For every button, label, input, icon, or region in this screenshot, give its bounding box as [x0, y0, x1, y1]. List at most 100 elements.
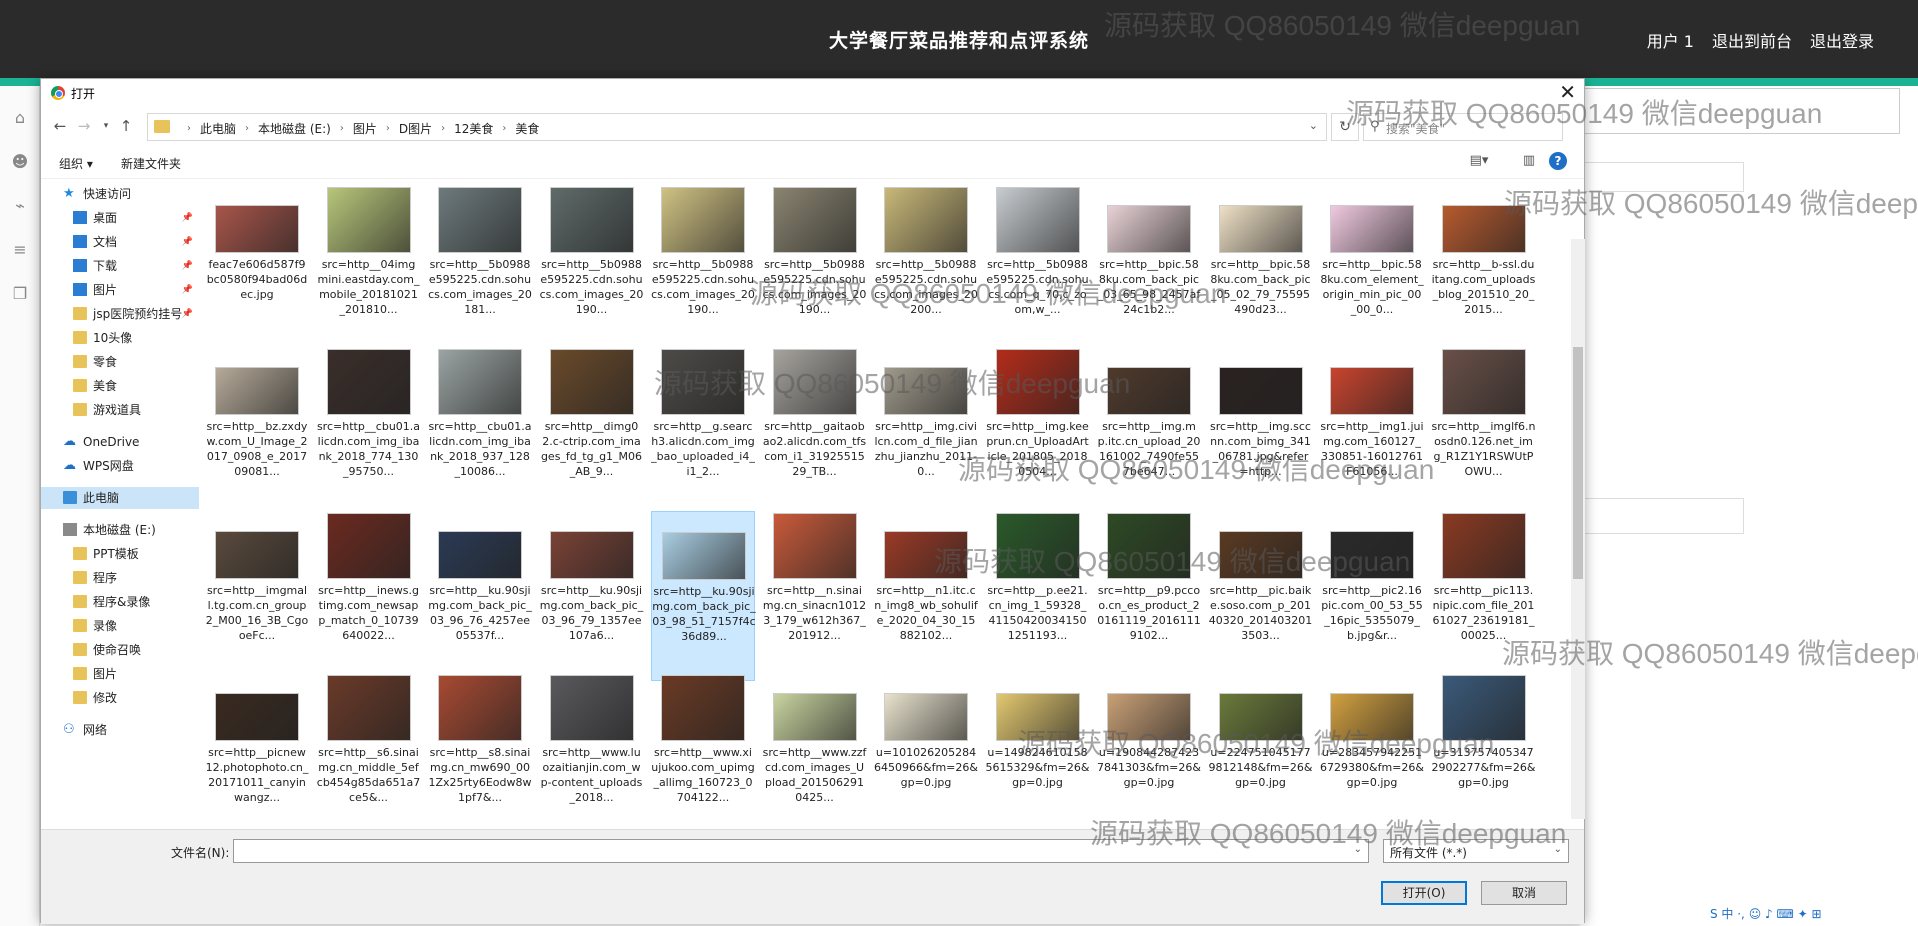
file-item[interactable]: src=http__picnew12.photophoto.cn_2017101… [205, 673, 309, 825]
chevron-down-icon[interactable]: ⌄ [1309, 119, 1318, 132]
file-item[interactable]: src=http__bpic.588ku.com_back_pic_03_65_… [1097, 185, 1201, 355]
file-item[interactable]: src=http__s6.sinaimg.cn_middle_5efcb454g… [317, 673, 421, 825]
breadcrumb-item[interactable]: 美食 [515, 120, 539, 137]
file-item[interactable]: src=http__imgmall.tg.com.cn_group2_M00_1… [205, 511, 309, 681]
file-item[interactable]: src=http__bpic.588ku.com_element_origin_… [1320, 185, 1424, 355]
file-item[interactable]: src=http__n1.itc.cn_img8_wb_sohulife_202… [874, 511, 978, 681]
cancel-button[interactable]: 取消 [1481, 881, 1567, 905]
vertical-scrollbar[interactable] [1571, 239, 1585, 819]
file-item[interactable]: u=1498246101585615329&fm=26&gp=0.jpg [986, 673, 1090, 825]
file-item[interactable]: src=http__ku.90sjimg.com_back_pic_03_96_… [540, 511, 644, 681]
nav-item[interactable]: 图片 [41, 663, 199, 685]
file-name-input[interactable]: ⌄ [233, 839, 1369, 863]
file-item[interactable]: src=http__cbu01.alicdn.com_img_ibank_201… [428, 347, 532, 517]
nav-item[interactable]: 文档 📌 [41, 231, 199, 253]
file-item[interactable]: src=http__5b0988e595225.cdn.sohucs.com_i… [428, 185, 532, 355]
nav-item[interactable]: 零食 [41, 351, 199, 373]
file-item[interactable]: src=http__bpic.588ku.com_back_pic_05_02_… [1209, 185, 1313, 355]
file-item[interactable]: src=http__b-ssl.duitang.com_uploads_blog… [1432, 185, 1536, 355]
ime-icon[interactable]: S 中 ·, ☺ ♪ ⌨ ✦ ⊞ [1710, 907, 1822, 921]
file-item[interactable]: src=http__ku.90sjimg.com_back_pic_03_98_… [651, 511, 756, 681]
nav-item[interactable]: 使命召唤 [41, 639, 199, 661]
help-icon[interactable]: ? [1549, 152, 1567, 170]
view-options-icon[interactable]: ▤▾ [1469, 153, 1489, 169]
breadcrumb-item[interactable]: D图片 [399, 120, 432, 137]
nav-item[interactable]: 修改 [41, 687, 199, 709]
file-item[interactable]: src=http__img.mp.itc.cn_upload_20161002_… [1097, 347, 1201, 517]
forward-arrow-icon[interactable]: → [75, 117, 93, 135]
search-input[interactable]: ⚲ 搜索"美食" [1363, 113, 1563, 141]
nav-item[interactable]: 10头像 [41, 327, 199, 349]
breadcrumb-item[interactable]: 12美食 [454, 120, 493, 137]
file-item[interactable]: src=http__www.xiujukoo.com_upimg_allimg_… [651, 673, 755, 825]
nav-item[interactable]: 此电脑 [41, 487, 199, 509]
file-item[interactable]: u=1908442874237841303&fm=26&gp=0.jpg [1097, 673, 1201, 825]
breadcrumb-item[interactable]: 图片 [353, 120, 377, 137]
file-item[interactable]: feac7e606d587f9bc0580f94bad06dec.jpg [205, 185, 309, 355]
nav-item[interactable]: jsp医院预约挂号 📌 [41, 303, 199, 325]
new-folder-button[interactable]: 新建文件夹 [121, 155, 181, 172]
file-item[interactable]: src=http__p.ee21.cn_img_1_59328_41150420… [986, 511, 1090, 681]
scrollbar-thumb[interactable] [1573, 347, 1583, 579]
file-item[interactable]: u=2834579422516729380&fm=26&gp=0.jpg [1320, 673, 1424, 825]
file-item[interactable]: src=http__5b0988e595225.cdn.sohucs.com_i… [874, 185, 978, 355]
file-item[interactable]: src=http__bz.zxdyw.com_U_Image_2017_0908… [205, 347, 309, 517]
close-icon[interactable]: ✕ [1559, 81, 1576, 103]
file-item[interactable]: src=http__img.sccnn.com_bimg_341_06781.j… [1209, 347, 1313, 517]
file-item[interactable]: src=http__5b0988e595225.cdn.sohucs.com_i… [763, 185, 867, 355]
nav-item[interactable]: ★ 快速访问 [41, 183, 199, 205]
file-item[interactable]: src=http__img.civilcn.com_d_file_jianzhu… [874, 347, 978, 517]
breadcrumb-item[interactable]: 本地磁盘 (E:) [258, 120, 331, 137]
breadcrumb-item[interactable]: 此电脑 [200, 120, 236, 137]
file-item[interactable]: src=http__dimg02.c-ctrip.com_images_fd_t… [540, 347, 644, 517]
file-item[interactable]: src=http__inews.gtimg.com_newsapp_match_… [317, 511, 421, 681]
nav-item[interactable]: ☁ OneDrive [41, 431, 199, 453]
nav-item[interactable]: PPT模板 [41, 543, 199, 565]
file-item[interactable]: u=2247510451779812148&fm=26&gp=0.jpg [1209, 673, 1313, 825]
copy-icon[interactable]: ❐ [8, 282, 32, 306]
nav-item[interactable]: 图片 📌 [41, 279, 199, 301]
recent-dropdown-icon[interactable]: ▾ [97, 117, 115, 135]
organize-button[interactable]: 组织 ▾ [59, 155, 93, 172]
open-button[interactable]: 打开(O) [1381, 881, 1467, 905]
chevron-down-icon[interactable]: ⌄ [1354, 844, 1362, 855]
nav-logout[interactable]: 退出登录 [1810, 28, 1874, 52]
nav-item[interactable]: 本地磁盘 (E:) [41, 519, 199, 541]
nav-item[interactable]: 美食 [41, 375, 199, 397]
file-item[interactable]: src=http__5b0988e595225.cdn.sohucs.com_q… [986, 185, 1090, 355]
file-item[interactable]: src=http__img.keeprun.cn_UploadArticle_2… [986, 347, 1090, 517]
file-item[interactable]: src=http__pic2.16pic.com_00_53_55_16pic_… [1320, 511, 1424, 681]
nav-item[interactable]: 程序 [41, 567, 199, 589]
nav-item[interactable]: 下载 📌 [41, 255, 199, 277]
nav-exit-front[interactable]: 退出到前台 [1712, 28, 1792, 52]
nav-item[interactable]: 程序&录像 [41, 591, 199, 613]
file-item[interactable]: src=http__04imgmini.eastday.com_mobile_2… [317, 185, 421, 355]
preview-pane-icon[interactable]: ▥ [1519, 153, 1539, 169]
file-item[interactable]: src=http__n.sinaimg.cn_sinacn10123_179_w… [763, 511, 867, 681]
file-item[interactable]: src=http__gaitaobao2.alicdn.com_tfscom_i… [763, 347, 867, 517]
back-arrow-icon[interactable]: ← [51, 117, 69, 135]
file-item[interactable]: src=http__cbu01.alicdn.com_img_ibank_201… [317, 347, 421, 517]
file-item[interactable]: src=http__pic.baike.soso.com_p_20140320_… [1209, 511, 1313, 681]
nav-item[interactable]: ☁ WPS网盘 [41, 455, 199, 477]
nav-user[interactable]: 用户 1 [1647, 28, 1694, 52]
nav-item[interactable]: 游戏道具 [41, 399, 199, 421]
file-item[interactable]: u=3137574053472902277&fm=26&gp=0.jpg [1432, 673, 1536, 825]
file-item[interactable]: u=1010262052846450966&fm=26&gp=0.jpg [874, 673, 978, 825]
nav-item[interactable]: 录像 [41, 615, 199, 637]
chart-icon[interactable]: ⌁ [8, 194, 32, 218]
file-item[interactable]: src=http__5b0988e595225.cdn.sohucs.com_i… [540, 185, 644, 355]
file-item[interactable]: src=http__s8.sinaimg.cn_mw690_001Zx25rty… [428, 673, 532, 825]
list-icon[interactable]: ≡ [8, 238, 32, 262]
file-item[interactable]: src=http__g.search3.alicdn.com_img_bao_u… [651, 347, 755, 517]
file-item[interactable]: src=http__www.luozaitianjin.com_wp-conte… [540, 673, 644, 825]
address-bar[interactable]: › 此电脑 › 本地磁盘 (E:) › 图片 › D图片 › 12美食 › 美食… [147, 113, 1327, 141]
nav-item[interactable]: ⚇ 网络 [41, 719, 199, 741]
file-item[interactable]: src=http__pic113.nipic.com_file_20161027… [1432, 511, 1536, 681]
file-item[interactable]: src=http__p9.pccoo.cn_es_product_2016111… [1097, 511, 1201, 681]
home-icon[interactable]: ⌂ [8, 106, 32, 130]
up-arrow-icon[interactable]: ↑ [117, 117, 135, 135]
file-item[interactable]: src=http__img1.juimg.com_160127_330851-1… [1320, 347, 1424, 517]
file-item[interactable]: src=http__ku.90sjimg.com_back_pic_03_96_… [428, 511, 532, 681]
nav-item[interactable]: 桌面 📌 [41, 207, 199, 229]
